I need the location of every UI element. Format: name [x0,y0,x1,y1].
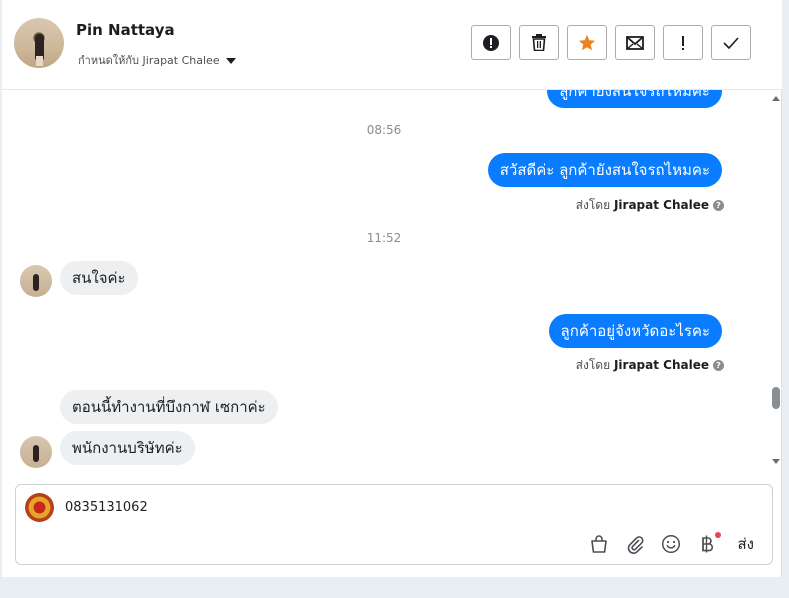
contact-avatar-small [20,265,52,297]
timestamp: 08:56 [366,123,402,137]
mark-unread-button[interactable] [615,25,655,60]
message-composer[interactable]: 0835131062 ส่ง [15,484,773,565]
sent-by-label: ส่งโดย Jirapat Chalee? [576,196,724,215]
chat-scrollbar[interactable] [768,90,784,472]
check-icon [723,36,739,49]
contact-avatar-small [20,436,52,468]
assignee-label: กำหนดให้กับ Jirapat Chalee [78,54,220,67]
message-bubble-incoming: พนักงานบริษัทค่ะ [60,431,195,465]
delete-button[interactable] [519,25,559,60]
baht-icon [701,535,713,553]
contact-avatar[interactable] [14,18,64,68]
scroll-up-icon[interactable] [772,96,780,101]
conversation-panel: Pin Nattaya กำหนดให้กับ Jirapat Chalee ล… [2,0,782,577]
attach-button[interactable] [624,533,646,555]
emoji-button[interactable] [660,533,682,555]
message-list: ลูกค้ายังสนใจรถไหมคะ 08:56 สวัสดีค่ะ ลูก… [2,90,766,472]
assignee-dropdown[interactable]: กำหนดให้กับ Jirapat Chalee [78,51,236,69]
trash-icon [532,34,546,51]
message-bubble-outgoing: ลูกค้าอยู่จังหวัดอะไรคะ [548,314,722,348]
timestamp: 11:52 [366,231,402,245]
page-avatar [25,493,54,522]
header-actions [471,25,751,60]
message-bubble-incoming: ตอนนี้ทำงานที่บึงกาฬ เซกาค่ะ [60,390,278,424]
help-icon[interactable]: ? [713,200,724,211]
exclamation-icon [682,35,684,50]
mark-done-button[interactable] [711,25,751,60]
contact-name: Pin Nattaya [76,21,175,39]
alert-circle-icon [483,34,499,51]
shop-bag-button[interactable] [588,533,610,555]
star-icon [578,34,596,50]
composer-tools: ส่ง [588,532,754,556]
mark-spam-button[interactable] [471,25,511,60]
scroll-down-icon[interactable] [772,459,780,464]
message-bubble-outgoing: สวัสดีค่ะ ลูกค้ายังสนใจรถไหมคะ [487,153,722,187]
star-button[interactable] [567,25,607,60]
send-button[interactable]: ส่ง [738,532,754,556]
caret-down-icon [225,58,236,64]
composer-input[interactable]: 0835131062 [65,500,148,515]
envelope-icon [626,35,644,50]
payment-button[interactable] [696,532,721,555]
paperclip-icon [627,536,644,554]
scrollbar-thumb[interactable] [772,387,780,409]
follow-up-button[interactable] [663,25,703,60]
bag-icon [590,535,607,553]
message-bubble-incoming: สนใจค่ะ [60,261,138,295]
message-bubble-outgoing: ลูกค้ายังสนใจรถไหมคะ [547,90,722,108]
help-icon[interactable]: ? [713,360,724,371]
sent-by-label: ส่งโดย Jirapat Chalee? [576,356,724,375]
notification-dot [714,532,721,538]
emoji-icon [661,534,680,554]
conversation-header: Pin Nattaya กำหนดให้กับ Jirapat Chalee [2,0,782,90]
